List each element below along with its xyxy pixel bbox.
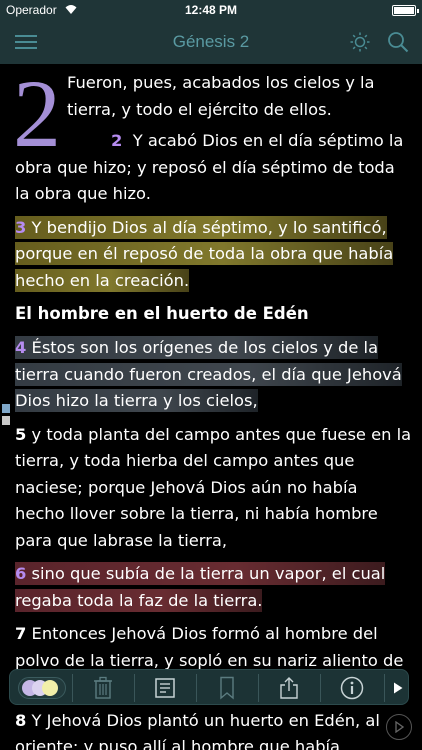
battery-icon [392,5,419,16]
verse-text: y toda planta del campo antes que fuese … [15,424,412,550]
play-icon [393,682,402,694]
share-icon [280,677,298,699]
verse-text: Y bendijo Dios al día séptimo, y lo sant… [15,217,394,290]
note-button[interactable] [135,670,195,706]
verse-number: 6 [15,564,27,583]
highlight-palette-icon [18,677,66,699]
verse-text: Éstos son los orígenes de los cielos y d… [15,338,402,410]
verse-1[interactable]: 2 Fueron, pues, acabados los cielos y la … [13,66,412,162]
verse-8[interactable]: 8 Y Jehová Dios plantó un huerto en Edén… [15,708,412,750]
verse-number: 3 [15,217,27,237]
info-button[interactable] [321,670,383,706]
bookmark-icon [220,676,234,700]
chapter-number: 2 [13,64,61,167]
search-icon[interactable] [386,30,410,54]
share-button[interactable] [259,670,319,706]
audio-play-icon[interactable] [386,714,412,740]
verse-4[interactable]: 4 Éstos son los orígenes de los cielos y… [15,335,412,415]
verse-number: 8 [15,710,27,730]
brightness-icon[interactable] [350,32,370,52]
verse-number: 4 [15,338,27,357]
nav-bar: Génesis 2 [0,20,422,64]
verse-number: 7 [15,624,27,643]
verse-3[interactable]: 3 Y bendijo Dios al día séptimo, y lo sa… [15,215,412,295]
delete-button[interactable] [73,670,133,706]
chapter-content[interactable]: 2 Fueron, pues, acabados los cielos y la … [0,64,422,750]
verse-text: sino que subía de la tierra un vapor, el… [15,564,386,610]
verse-6[interactable]: 6 sino que subía de la tierra un vapor, … [15,561,412,614]
play-button[interactable] [385,670,410,706]
verse-5[interactable]: 5 y toda planta del campo antes que fues… [15,422,412,555]
clock: 12:48 PM [184,3,238,17]
verse-number: 2 [111,131,123,150]
verse-number: 5 [15,424,27,444]
verse-text: Y Jehová Dios plantó un huerto en Edén, … [15,710,380,750]
verse-2[interactable]: 2 Y acabó Dios en el día séptimo la obra… [15,128,412,208]
trash-icon [94,676,112,699]
verse-text: Fueron, pues, acabados los cielos y la t… [67,73,375,119]
bookmark-button[interactable] [197,670,257,706]
note-icon [155,678,175,698]
status-bar: Operador 12:48 PM [0,0,422,20]
section-heading: El hombre en el huerto de Edén [15,304,309,323]
info-icon [340,676,364,700]
verse-text: Y acabó Dios en el día séptimo la obra q… [15,131,404,203]
verse-action-toolbar [9,669,409,705]
highlight-colors-button[interactable] [14,670,70,706]
